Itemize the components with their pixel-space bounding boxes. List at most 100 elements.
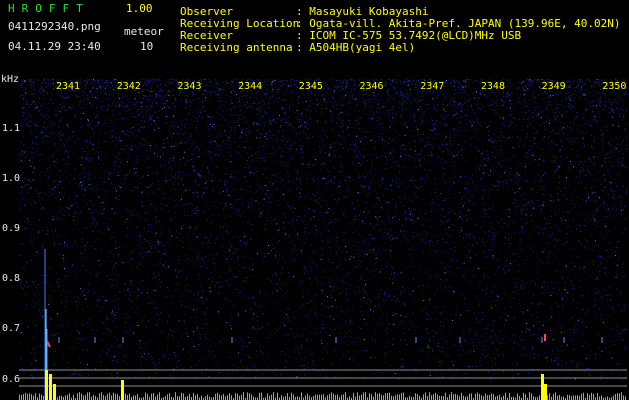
spectrum-bin — [23, 393, 24, 400]
info-antenna-key: Receiving antenna — [180, 41, 293, 54]
spectrum-bin — [99, 393, 100, 400]
spectrum-bin — [457, 394, 458, 400]
spectrum-bin — [529, 392, 530, 400]
spectrum-bin — [553, 393, 554, 400]
spectrum-bin — [415, 393, 416, 400]
y-tick-label: 0.6 — [2, 374, 21, 385]
spectrum-bin — [243, 392, 244, 400]
spectrum-bin — [235, 393, 236, 400]
spectrum-bin — [581, 393, 582, 400]
spectrum-bin — [285, 396, 286, 400]
spectrum-bin — [205, 396, 206, 400]
spectrum-bin — [113, 392, 114, 400]
spectrum-bin — [615, 393, 616, 400]
spectrum-bin — [437, 394, 438, 400]
spectrum-bin — [403, 392, 404, 400]
spectrum-bin — [397, 394, 398, 400]
spectrum-bin — [583, 392, 584, 400]
x-tick-label: 2341 — [56, 81, 81, 92]
spectrum-bin — [231, 395, 232, 400]
spectrum-bin — [547, 395, 548, 400]
version-label: 1.00 — [126, 2, 153, 15]
spectrum-bin — [85, 395, 86, 400]
spectrum-bin — [157, 394, 158, 400]
unit-label: kHz — [1, 74, 20, 85]
spectrum-bin — [281, 395, 282, 400]
spectrum-bin — [103, 395, 104, 400]
spectrum-bin — [241, 394, 242, 400]
spectrum-bin — [373, 396, 374, 400]
spectrum-bin — [503, 395, 504, 400]
y-tick-label: 1.1 — [2, 123, 21, 134]
spectrum-bin — [357, 392, 358, 400]
y-tick-label: 0.8 — [2, 273, 21, 284]
spectrum-bin — [425, 392, 426, 400]
spectrum-bin — [67, 394, 68, 400]
spectrum-bin — [221, 395, 222, 400]
spectrum-bin — [571, 396, 572, 400]
spectrum-bin — [409, 395, 410, 400]
spectrum-bin — [229, 393, 230, 400]
spectrum-bin — [93, 394, 94, 400]
spectrum-bin — [43, 396, 44, 400]
spectrum-bin — [495, 396, 496, 400]
spectrum-bin — [127, 394, 128, 400]
spectrum-bin — [389, 392, 390, 400]
spectrum-bin — [193, 392, 194, 400]
spectrum-bin — [181, 392, 182, 400]
spectrum-bin — [599, 396, 600, 400]
spectrum-bin — [345, 392, 346, 400]
spectrum-bin — [321, 394, 322, 400]
spectrum-bin — [625, 396, 626, 400]
x-tick-label: 2345 — [298, 81, 323, 92]
spectrum-bin — [329, 394, 330, 400]
reference-lines — [19, 369, 627, 387]
spectrum-bin — [301, 392, 302, 400]
spectrum-bin — [483, 396, 484, 400]
spectrum-bin — [59, 395, 60, 400]
spectrum-bin — [519, 395, 520, 400]
spectrum-bin — [579, 395, 580, 400]
spectrum-bin — [477, 392, 478, 400]
spectrum-bin — [493, 394, 494, 400]
info-location-key: Receiving Location — [180, 17, 300, 30]
spectrum-bin — [355, 396, 356, 400]
spectrum-bin — [219, 394, 220, 400]
spectrum-bin — [21, 394, 22, 400]
spectrum-bin — [217, 392, 218, 400]
spectrum-bin — [95, 395, 96, 400]
spectrum-bin — [115, 393, 116, 400]
spectrum-bin — [271, 394, 272, 400]
spectrum-bin — [449, 394, 450, 400]
spectrum-bin — [105, 396, 106, 400]
spectrum-bin — [175, 392, 176, 400]
spectrum-bin — [621, 392, 622, 400]
spectrum-bin — [77, 393, 78, 400]
spectrum-bin — [87, 392, 88, 400]
spectrum-bin — [207, 394, 208, 400]
spectrum-bin — [31, 394, 32, 400]
spectrum-bin — [461, 392, 462, 400]
spectrum-bin — [277, 392, 278, 400]
spectrum-bin — [61, 395, 62, 400]
spectrum-peak — [49, 374, 52, 400]
spectrum-bin — [497, 395, 498, 400]
spectrum-bin — [247, 392, 248, 400]
spectrum-bin — [567, 394, 568, 400]
spectrum-bin — [395, 395, 396, 400]
spectrum-bin — [197, 393, 198, 400]
spectrum-bin — [549, 393, 550, 400]
spectrum-bin — [89, 392, 90, 400]
spectrum-bin — [593, 393, 594, 400]
spectrum-bin — [177, 396, 178, 400]
spectrum-bin — [79, 392, 80, 400]
spectrum-bin — [557, 395, 558, 400]
spectrum-bin — [517, 393, 518, 400]
info-location-value: : Ogata-vill. Akita-Pref. JAPAN (139.96E… — [296, 17, 621, 30]
spectrum-bin — [433, 394, 434, 400]
spectrum-bin — [505, 392, 506, 400]
spectrum-bin — [209, 396, 210, 400]
spectrum-bin — [41, 394, 42, 400]
spectrum-bin — [119, 396, 120, 400]
spectrum-bin — [343, 394, 344, 400]
